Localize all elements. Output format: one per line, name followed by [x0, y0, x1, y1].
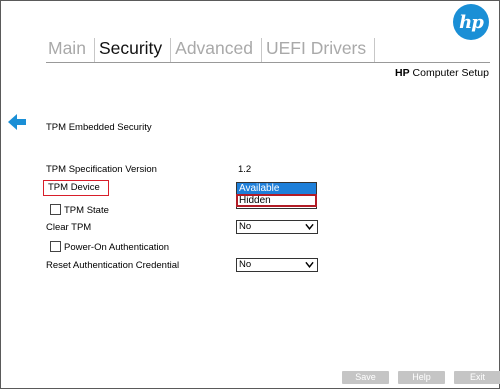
help-button[interactable]: Help: [398, 371, 445, 384]
spec-version-label: TPM Specification Version: [46, 164, 157, 175]
tab-advanced[interactable]: Advanced: [175, 36, 261, 62]
clear-tpm-label: Clear TPM: [46, 222, 92, 233]
reset-auth-value: No: [239, 259, 252, 270]
tab-divider: [170, 38, 172, 62]
tab-bar: Main Security Advanced UEFI Drivers: [48, 36, 379, 62]
left-arrow-icon[interactable]: [7, 112, 27, 132]
reset-auth-label: Reset Authentication Credential: [46, 260, 180, 271]
clear-tpm-select[interactable]: No: [236, 220, 318, 234]
tab-divider: [261, 38, 262, 62]
chevron-down-icon: [305, 223, 314, 230]
footer-buttons: Save Help Exit: [342, 371, 500, 384]
tab-divider: [93, 38, 95, 62]
reset-auth-select[interactable]: No: [236, 258, 318, 272]
tab-uefi-drivers[interactable]: UEFI Drivers: [266, 36, 374, 62]
clear-tpm-value: No: [239, 221, 252, 232]
tab-main[interactable]: Main: [48, 36, 94, 62]
hp-logo: hp: [453, 4, 489, 40]
save-button[interactable]: Save: [342, 371, 389, 384]
section-heading: TPM Embedded Security: [46, 122, 152, 133]
power-on-auth-checkbox[interactable]: [50, 241, 61, 252]
option-available[interactable]: Available: [237, 183, 316, 194]
option-hidden[interactable]: Hidden: [236, 194, 317, 207]
tpm-state-label: TPM State: [64, 205, 109, 216]
header-divider: [46, 62, 490, 63]
spec-version-value: 1.2: [238, 164, 252, 175]
tab-divider: [374, 38, 376, 62]
tab-security[interactable]: Security: [99, 36, 170, 62]
tpm-device-dropdown[interactable]: Available Hidden: [236, 182, 317, 209]
power-on-auth-label: Power-On Authentication: [64, 242, 170, 253]
app-title: HP Computer Setup: [395, 67, 489, 79]
tpm-state-checkbox[interactable]: [50, 204, 61, 215]
exit-button[interactable]: Exit: [454, 371, 500, 384]
chevron-down-icon: [305, 261, 314, 268]
tpm-device-label: TPM Device: [48, 182, 100, 193]
